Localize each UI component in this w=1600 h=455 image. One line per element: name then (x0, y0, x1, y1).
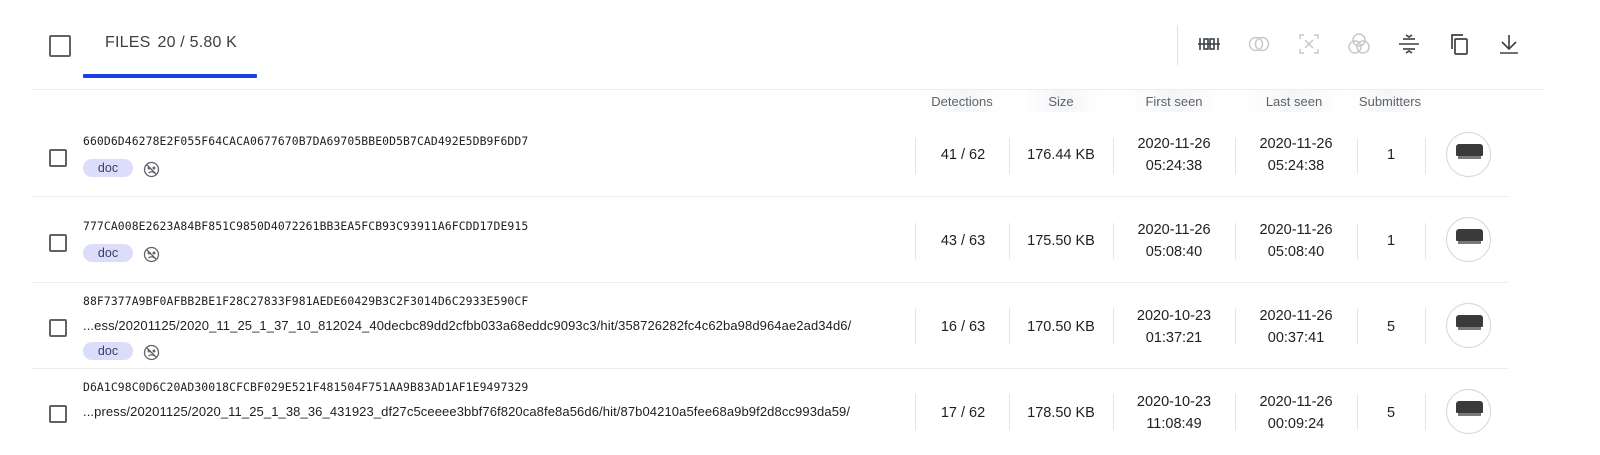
aggregate-icon[interactable] (1196, 31, 1222, 57)
first-seen-value: 2020-11-26 05:08:40 (1114, 198, 1234, 283)
last-seen-date: 2020-11-26 (1259, 393, 1333, 410)
first-seen-time: 05:24:38 (1145, 157, 1203, 174)
detections-value[interactable]: 17 / 62 (918, 370, 1008, 455)
tab-files[interactable]: FILES 20 / 5.80 K (83, 28, 257, 78)
first-seen-date: 2020-11-26 (1137, 135, 1211, 152)
last-seen-date: 2020-11-26 (1259, 135, 1333, 152)
file-type-avatar[interactable] (1446, 132, 1491, 177)
first-seen-time: 05:08:40 (1145, 243, 1203, 260)
file-hash[interactable]: 777CA008E2623A84BF851C9850D4072261BB3EA5… (83, 219, 528, 233)
tab-files-count: 20 / 5.80 K (157, 34, 238, 51)
first-seen-time: 01:37:21 (1145, 329, 1203, 346)
last-seen-time: 05:08:40 (1267, 243, 1325, 260)
table-row[interactable]: 88F7377A9BF0AFBB2BE1F28C27833F981AEDE604… (0, 284, 1600, 369)
column-divider (1425, 394, 1426, 430)
file-type-avatar[interactable] (1446, 389, 1491, 434)
size-value: 175.50 KB (1027, 232, 1095, 249)
file-path: ...ess/20201125/2020_11_25_1_37_10_81202… (83, 318, 852, 333)
device-icon (1456, 315, 1483, 330)
column-divider (915, 394, 916, 430)
size-value: 170.50 KB (1027, 318, 1095, 335)
select-all-checkbox[interactable] (49, 35, 71, 57)
last-seen-date: 2020-11-26 (1259, 307, 1333, 324)
file-type-avatar[interactable] (1446, 217, 1491, 262)
row-checkbox[interactable] (49, 149, 67, 167)
file-type-avatar[interactable] (1446, 303, 1491, 348)
size-value: 178.50 KB (1027, 404, 1095, 421)
file-type-tag[interactable]: doc (83, 159, 133, 177)
first-seen-date: 2020-11-26 (1137, 221, 1211, 238)
column-divider (915, 308, 916, 344)
active-tab-indicator (83, 74, 257, 78)
first-seen-time: 11:08:49 (1146, 415, 1202, 432)
table-row[interactable]: 660D6D46278E2F055F64CACA0677670B7DA69705… (0, 112, 1600, 197)
submitters-value[interactable]: 1 (1358, 198, 1424, 283)
column-divider (915, 223, 916, 259)
last-seen-time: 05:24:38 (1267, 157, 1325, 174)
first-seen-date: 2020-10-23 (1136, 307, 1212, 324)
device-icon (1456, 144, 1483, 159)
device-icon (1456, 401, 1483, 416)
file-hash[interactable]: D6A1C98C0D6C20AD30018CFCBF029E521F481504… (83, 380, 528, 394)
column-header-last-seen[interactable]: Last seen (1246, 90, 1342, 112)
row-checkbox[interactable] (49, 234, 67, 252)
first-seen-value: 2020-10-23 11:08:49 (1114, 370, 1234, 455)
file-hash[interactable]: 88F7377A9BF0AFBB2BE1F28C27833F981AEDE604… (83, 294, 528, 308)
sad-face-icon (143, 161, 160, 178)
row-divider (32, 368, 1508, 369)
last-seen-value: 2020-11-26 00:09:24 (1236, 370, 1356, 455)
row-checkbox[interactable] (49, 405, 67, 423)
submitters-value[interactable]: 1 (1358, 112, 1424, 197)
first-seen-value: 2020-10-23 01:37:21 (1114, 284, 1234, 369)
column-divider (1425, 308, 1426, 344)
row-divider (32, 282, 1508, 283)
row-divider (32, 196, 1508, 197)
submitters-value[interactable]: 5 (1358, 284, 1424, 369)
file-path: ...press/20201125/2020_11_25_1_38_36_431… (83, 404, 851, 419)
column-divider (1425, 138, 1426, 174)
file-type-tag[interactable]: doc (83, 244, 133, 262)
column-divider (1425, 223, 1426, 259)
last-seen-time: 00:37:41 (1267, 329, 1325, 346)
detections-value[interactable]: 43 / 63 (918, 198, 1008, 283)
last-seen-date: 2020-11-26 (1259, 221, 1333, 238)
last-seen-time: 00:09:24 (1267, 415, 1325, 432)
detections-value[interactable]: 16 / 63 (918, 284, 1008, 369)
sad-face-icon (143, 246, 160, 263)
results-toolbar: FILES 20 / 5.80 K (0, 0, 1600, 90)
tab-files-label: FILES (105, 34, 151, 51)
venn-icon[interactable] (1346, 31, 1372, 57)
filter-lines-icon[interactable] (1396, 31, 1422, 57)
column-header-first-seen[interactable]: First seen (1128, 90, 1220, 112)
last-seen-value: 2020-11-26 00:37:41 (1236, 284, 1356, 369)
column-divider (915, 138, 916, 174)
intersection-icon[interactable] (1246, 31, 1272, 57)
detections-value[interactable]: 41 / 62 (918, 112, 1008, 197)
table-row[interactable]: 777CA008E2623A84BF851C9850D4072261BB3EA5… (0, 198, 1600, 283)
copy-icon[interactable] (1446, 31, 1472, 57)
device-icon (1456, 229, 1483, 244)
file-hash[interactable]: 660D6D46278E2F055F64CACA0677670B7DA69705… (83, 134, 528, 148)
row-checkbox[interactable] (49, 319, 67, 337)
size-value: 176.44 KB (1027, 146, 1095, 163)
submitters-value[interactable]: 5 (1358, 370, 1424, 455)
column-header-submitters[interactable]: Submitters (1352, 90, 1428, 112)
focus-icon[interactable] (1296, 31, 1322, 57)
first-seen-value: 2020-11-26 05:24:38 (1114, 112, 1234, 197)
column-header-size[interactable]: Size (1020, 90, 1102, 112)
table-row[interactable]: D6A1C98C0D6C20AD30018CFCBF029E521F481504… (0, 370, 1600, 455)
sad-face-icon (143, 344, 160, 361)
first-seen-date: 2020-10-23 (1136, 393, 1212, 410)
last-seen-value: 2020-11-26 05:24:38 (1236, 112, 1356, 197)
download-icon[interactable] (1496, 31, 1522, 57)
last-seen-value: 2020-11-26 05:08:40 (1236, 198, 1356, 283)
file-type-tag[interactable]: doc (83, 342, 133, 360)
toolbar-divider (1177, 25, 1178, 65)
column-header-detections[interactable]: Detections (922, 90, 1002, 112)
